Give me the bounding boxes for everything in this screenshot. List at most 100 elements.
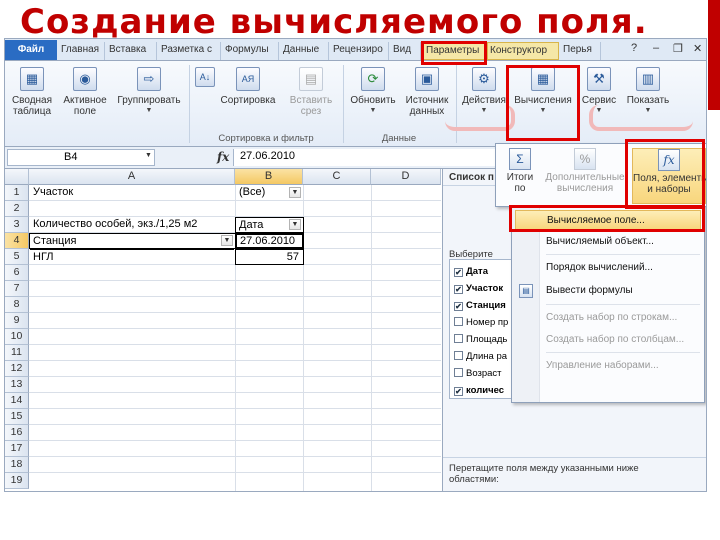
row-header[interactable]: 5 xyxy=(5,249,29,265)
filter-dropdown-icon[interactable]: ▼ xyxy=(221,235,233,246)
column-header-d[interactable]: D xyxy=(371,169,441,185)
data-source-icon: ▣ xyxy=(415,67,439,91)
formula-input[interactable]: 27.06.2010 xyxy=(233,149,495,166)
field-item[interactable]: ✔ Станция xyxy=(454,300,506,311)
field-item[interactable]: Длина ра xyxy=(454,351,507,362)
pivot-table-icon: ▦ xyxy=(20,67,44,91)
column-header-b[interactable]: B xyxy=(235,169,303,185)
column-header-a[interactable]: A xyxy=(29,169,235,185)
cell-b5[interactable]: 57 xyxy=(235,249,304,265)
chevron-down-icon[interactable]: ▼ xyxy=(145,152,152,159)
checkbox[interactable]: ✔ xyxy=(454,268,463,277)
checkbox[interactable] xyxy=(454,317,463,326)
cell-b1[interactable]: (Все) xyxy=(236,185,288,200)
row-header[interactable]: 1 xyxy=(5,185,29,201)
cell-a5[interactable]: НГЛ xyxy=(30,249,234,264)
refresh-button[interactable]: ⟳ Обновить ▼ xyxy=(345,65,401,131)
row-header[interactable]: 10 xyxy=(5,329,29,345)
tools-icon: ⚒ xyxy=(587,67,611,91)
row-header[interactable]: 12 xyxy=(5,361,29,377)
tab-file[interactable]: Файл xyxy=(5,40,57,60)
restore-icon[interactable]: ❐ xyxy=(673,42,683,55)
group-icon: ⇨ xyxy=(137,67,161,91)
menu-item-calculated-item[interactable]: Вычисляемый объект... xyxy=(546,232,654,252)
sort-button[interactable]: АЯ Сортировка xyxy=(217,65,279,131)
tab-insert[interactable]: Вставка xyxy=(107,42,157,60)
tab-view[interactable]: Вид xyxy=(391,42,421,60)
insert-function-icon[interactable]: fx xyxy=(217,150,229,164)
menu-item-set-by-columns[interactable]: Создать набор по столбцам... xyxy=(546,330,684,350)
row-header[interactable]: 19 xyxy=(5,473,29,489)
minimize-icon[interactable]: – xyxy=(653,42,659,54)
row-header[interactable]: 17 xyxy=(5,441,29,457)
checkbox[interactable] xyxy=(454,351,463,360)
row-header[interactable]: 11 xyxy=(5,345,29,361)
tab-home[interactable]: Главная xyxy=(59,42,105,60)
field-item[interactable]: ✔ количес xyxy=(454,385,504,396)
row-header[interactable]: 18 xyxy=(5,457,29,473)
tab-formulas[interactable]: Формулы xyxy=(223,42,279,60)
tab-data[interactable]: Данные xyxy=(281,42,329,60)
sigma-icon: Σ xyxy=(509,148,531,170)
ribbon-separator xyxy=(343,65,344,143)
close-icon[interactable]: ✕ xyxy=(693,42,702,55)
checkbox[interactable]: ✔ xyxy=(454,302,463,311)
row-header[interactable]: 9 xyxy=(5,313,29,329)
filter-dropdown-icon[interactable]: ▼ xyxy=(289,187,301,198)
row-header[interactable]: 2 xyxy=(5,201,29,217)
cell-b4-selected[interactable]: 27.06.2010 xyxy=(235,233,304,249)
field-item[interactable]: ✔ Участок xyxy=(454,283,503,294)
pane-footer: Перетащите поля между указанными ниже об… xyxy=(449,463,639,485)
tab-pens[interactable]: Перья xyxy=(561,42,601,60)
active-field-button[interactable]: ◉ Активное поле xyxy=(59,65,111,131)
slide: Создание вычисляемого поля. Файл Главная… xyxy=(0,0,720,540)
worksheet-grid[interactable]: A B C D 1 2 3 4 5 6 7 8 9 10 11 12 13 14… xyxy=(5,169,441,491)
field-item[interactable]: ✔ Дата xyxy=(454,266,488,277)
filter-dropdown-icon[interactable]: ▼ xyxy=(289,219,301,230)
tab-review[interactable]: Рецензиро xyxy=(331,42,389,60)
decorative-arrow xyxy=(589,105,693,131)
sort-az-button[interactable]: А↓ xyxy=(193,65,217,131)
cell-a1[interactable]: Участок xyxy=(30,185,234,200)
help-icon[interactable]: ? xyxy=(631,42,637,54)
cell-a4[interactable]: Станция xyxy=(29,233,236,249)
field-item[interactable]: Номер пр xyxy=(454,317,508,328)
cell-a3[interactable]: Количество особей, экз./1,25 м2 xyxy=(30,217,234,232)
column-header-c[interactable]: C xyxy=(303,169,371,185)
menu-item-solve-order[interactable]: Порядок вычислений... xyxy=(546,258,653,278)
row-header[interactable]: 16 xyxy=(5,425,29,441)
menu-icon-strip xyxy=(512,208,540,402)
row-header[interactable]: 14 xyxy=(5,393,29,409)
ribbon-tab-bar: Файл Главная Вставка Разметка с Формулы … xyxy=(5,39,706,61)
slicer-icon: ▤ xyxy=(299,67,323,91)
tab-page-layout[interactable]: Разметка с xyxy=(159,42,221,60)
row-header[interactable]: 15 xyxy=(5,409,29,425)
menu-item-set-by-rows[interactable]: Создать набор по строкам... xyxy=(546,308,677,328)
tab-design[interactable]: Конструктор xyxy=(487,42,559,60)
row-header[interactable]: 4 xyxy=(5,233,29,249)
row-header[interactable]: 8 xyxy=(5,297,29,313)
field-item[interactable]: Площадь xyxy=(454,334,507,345)
row-header[interactable]: 3 xyxy=(5,217,29,233)
row-header[interactable]: 6 xyxy=(5,265,29,281)
checkbox[interactable] xyxy=(454,334,463,343)
totals-by-button[interactable]: Σ Итоги по xyxy=(500,148,540,204)
row-header[interactable]: 13 xyxy=(5,377,29,393)
menu-item-list-formulas[interactable]: Вывести формулы xyxy=(546,281,633,301)
field-item[interactable]: Возраст xyxy=(454,368,502,379)
checkbox[interactable] xyxy=(454,368,463,377)
name-box[interactable]: B4 xyxy=(7,149,155,166)
excel-window: Файл Главная Вставка Разметка с Формулы … xyxy=(4,38,707,492)
additional-calculations-button[interactable]: % Дополнительные вычисления xyxy=(542,148,628,204)
group-button[interactable]: ⇨ Группировать ▼ xyxy=(113,65,185,131)
checkbox[interactable]: ✔ xyxy=(454,285,463,294)
list-formulas-icon: ▤ xyxy=(519,284,533,298)
select-all-corner[interactable] xyxy=(5,169,29,185)
menu-item-manage-sets[interactable]: Управление наборами... xyxy=(546,356,659,376)
pivot-table-button[interactable]: ▦ Сводная таблица xyxy=(7,65,57,131)
insert-slicer-button[interactable]: ▤ Вставить срез xyxy=(283,65,339,131)
checkbox[interactable]: ✔ xyxy=(454,387,463,396)
gridline xyxy=(371,185,372,491)
row-header[interactable]: 7 xyxy=(5,281,29,297)
fields-items-sets-menu: Вычисляемое поле... Вычисляемый объект..… xyxy=(511,207,705,403)
